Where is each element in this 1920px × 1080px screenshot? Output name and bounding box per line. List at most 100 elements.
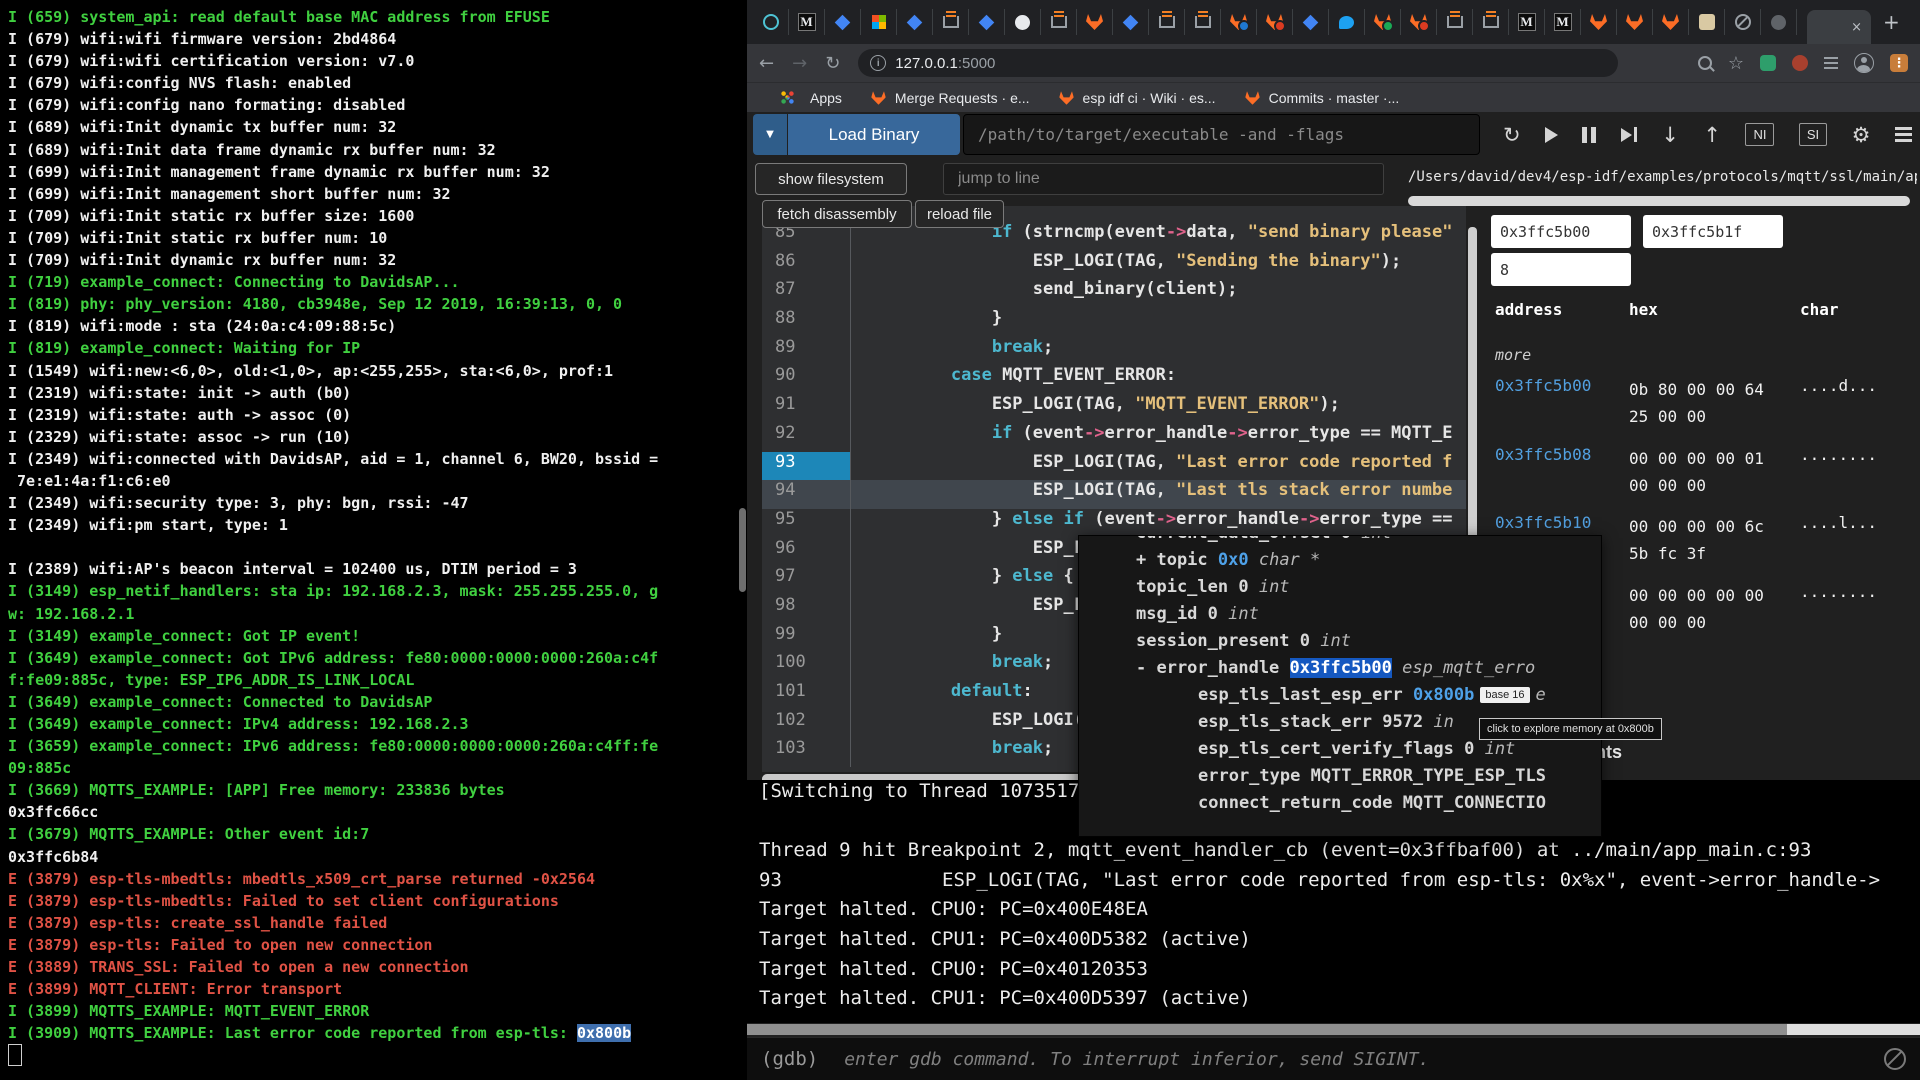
- line-number[interactable]: 88: [762, 308, 851, 337]
- pinned-tab[interactable]: [1041, 9, 1077, 35]
- browser-menu-icon[interactable]: ⋮: [1890, 54, 1908, 72]
- bookmark-item[interactable]: esp idf ci · Wiki · es...: [1058, 90, 1216, 106]
- show-filesystem-button[interactable]: show filesystem: [755, 163, 907, 195]
- gdb-command-bar[interactable]: (gdb) enter gdb command. To interrupt in…: [747, 1037, 1920, 1080]
- memory-bytes-per-row-input[interactable]: [1491, 253, 1631, 286]
- pinned-tab[interactable]: [1077, 9, 1113, 35]
- memory-address-link[interactable]: 0x3ffc5b00: [1495, 376, 1591, 395]
- gdb-prompt: (gdb): [761, 1048, 818, 1070]
- path-scrollbar[interactable]: [1408, 196, 1910, 206]
- pinned-tab[interactable]: M: [1545, 9, 1581, 35]
- line-number[interactable]: 87: [762, 279, 851, 308]
- line-number[interactable]: 89: [762, 337, 851, 366]
- reload-file-button[interactable]: reload file: [915, 200, 1004, 228]
- pinned-tab[interactable]: [1437, 9, 1473, 35]
- apps-shortcut[interactable]: Apps: [781, 90, 842, 106]
- extension-icon[interactable]: [1760, 55, 1776, 71]
- memory-row: 0x3ffc5b0800 00 00 00 01 00 00 00.......…: [747, 443, 1920, 512]
- gitlab-favicon-icon: [1245, 91, 1259, 105]
- pinned-tab[interactable]: [969, 9, 1005, 35]
- line-number[interactable]: 86: [762, 251, 851, 280]
- source-code: break;: [851, 337, 1053, 366]
- pinned-tab[interactable]: [897, 9, 933, 35]
- console-scrollbar[interactable]: [747, 1024, 1920, 1035]
- pinned-tab[interactable]: [1185, 9, 1221, 35]
- terminal-cursor: [8, 1044, 22, 1066]
- extension-icon[interactable]: [1792, 55, 1808, 71]
- pinned-tab[interactable]: [753, 9, 789, 35]
- reload-icon[interactable]: ↻: [825, 53, 840, 74]
- tab-close-icon[interactable]: ×: [1851, 20, 1862, 35]
- new-tab-button[interactable]: +: [1883, 10, 1900, 34]
- pinned-tab[interactable]: [1257, 9, 1293, 35]
- active-tab[interactable]: ×: [1807, 10, 1871, 44]
- pinned-tab[interactable]: [1761, 9, 1797, 35]
- address-bar[interactable]: i 127.0.0.1 :5000: [858, 49, 1618, 77]
- step-into-icon[interactable]: ↓: [1661, 123, 1679, 147]
- memory-more-link[interactable]: more: [1495, 346, 1531, 364]
- so-favicon-icon: [1447, 16, 1463, 28]
- gitlab-blue-favicon-icon: [1230, 14, 1247, 30]
- bookmark-item[interactable]: Merge Requests · e...: [870, 90, 1030, 106]
- terminal-line: I (3649) example_connect: IPv4 address: …: [8, 715, 747, 737]
- pinned-tab[interactable]: M: [789, 9, 825, 35]
- pinned-tab[interactable]: [1473, 9, 1509, 35]
- forward-icon[interactable]: →: [792, 53, 807, 74]
- pinned-tab[interactable]: [1221, 9, 1257, 35]
- memory-address-link[interactable]: 0x3ffc5b08: [1495, 445, 1591, 464]
- pinned-tab[interactable]: [1149, 9, 1185, 35]
- zoom-icon[interactable]: [1698, 56, 1712, 70]
- terminal-scrollbar[interactable]: [739, 508, 746, 592]
- source-line: 87 send_binary(client);: [762, 279, 1466, 308]
- pinned-tab[interactable]: [1329, 9, 1365, 35]
- line-number[interactable]: 102: [762, 710, 851, 739]
- profile-avatar[interactable]: [1854, 53, 1874, 73]
- serial-monitor-terminal[interactable]: I (659) system_api: read default base MA…: [0, 0, 747, 1080]
- pinned-tab[interactable]: [861, 9, 897, 35]
- pinned-tab[interactable]: [1653, 9, 1689, 35]
- popup-rows: current_data_offset 0 int+ topic 0x0 cha…: [1079, 535, 1601, 820]
- load-binary-button[interactable]: Load Binary: [788, 114, 960, 155]
- memory-end-input[interactable]: [1643, 215, 1783, 248]
- continue-icon[interactable]: [1545, 127, 1558, 143]
- hamburger-menu-icon[interactable]: [1895, 127, 1912, 142]
- load-binary-dropdown[interactable]: ▼: [753, 114, 787, 155]
- pinned-tab[interactable]: [1401, 9, 1437, 35]
- line-number[interactable]: 103: [762, 738, 851, 767]
- pause-icon[interactable]: [1582, 127, 1596, 143]
- pinned-tab[interactable]: [1689, 9, 1725, 35]
- jump-to-line-input[interactable]: [943, 163, 1384, 195]
- line-number[interactable]: 100: [762, 652, 851, 681]
- memory-start-input[interactable]: [1491, 215, 1631, 248]
- pinned-tab[interactable]: [1113, 9, 1149, 35]
- step-instruction-button[interactable]: SI: [1799, 123, 1827, 146]
- bookmark-star-icon[interactable]: ☆: [1728, 53, 1744, 74]
- reading-list-icon[interactable]: [1824, 57, 1838, 69]
- pinned-tab[interactable]: [1617, 9, 1653, 35]
- terminal-line: I (3149) example_connect: Got IP event!: [8, 627, 747, 649]
- pinned-tab[interactable]: [933, 9, 969, 35]
- step-over-icon[interactable]: [1621, 127, 1637, 142]
- pinned-tab[interactable]: [1005, 9, 1041, 35]
- restart-icon[interactable]: ↻: [1503, 123, 1521, 147]
- next-instruction-button[interactable]: NI: [1745, 123, 1774, 146]
- pinned-tab[interactable]: M: [1509, 9, 1545, 35]
- step-out-icon[interactable]: ↑: [1703, 123, 1721, 147]
- pinned-tab[interactable]: [1365, 9, 1401, 35]
- gear-icon[interactable]: ⚙: [1852, 123, 1871, 147]
- base16-badge[interactable]: base 16: [1480, 687, 1529, 703]
- signal-icon[interactable]: [1884, 1048, 1906, 1070]
- binary-path-input[interactable]: [963, 114, 1480, 155]
- bookmark-item[interactable]: Commits · master ·...: [1244, 90, 1400, 106]
- line-number[interactable]: 101: [762, 681, 851, 710]
- pinned-tab[interactable]: [1581, 9, 1617, 35]
- gitlab-favicon-icon: [1059, 91, 1073, 105]
- memory-address-link[interactable]: 0x3ffc5b10: [1495, 513, 1591, 532]
- pinned-tab[interactable]: [1725, 9, 1761, 35]
- site-info-icon[interactable]: i: [870, 55, 886, 71]
- back-icon[interactable]: ←: [759, 53, 774, 74]
- beige-favicon-icon: [1699, 14, 1715, 30]
- pinned-tab[interactable]: [825, 9, 861, 35]
- pinned-tab[interactable]: [1293, 9, 1329, 35]
- fetch-disassembly-button[interactable]: fetch disassembly: [762, 200, 912, 228]
